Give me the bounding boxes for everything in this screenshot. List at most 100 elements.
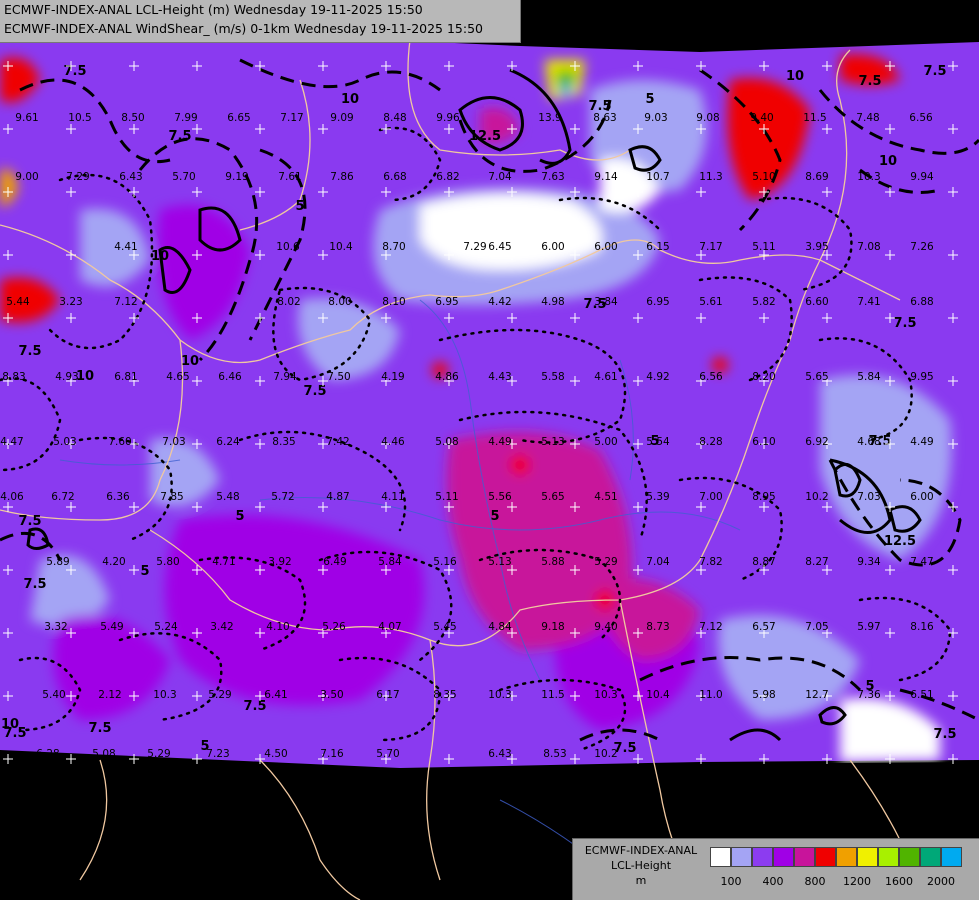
contour-label: 7.5 [23, 577, 46, 592]
station-value: 7.29 [463, 241, 486, 253]
header-line-2: ECMWF-INDEX-ANAL WindShear_ (m/s) 0-1km … [4, 21, 483, 36]
station-value: 5.00 [594, 436, 617, 448]
station-value: 9.61 [15, 112, 38, 124]
station-value: 6.72 [51, 491, 74, 503]
station-value: 9.08 [696, 112, 719, 124]
station-value: 5.54 [646, 436, 670, 448]
legend-swatch [899, 847, 920, 867]
contour-label: 7.5 [893, 316, 916, 331]
station-value: 7.03 [857, 491, 880, 503]
station-value: 6.00 [910, 491, 933, 503]
legend-tick-label: 100 [720, 875, 742, 888]
station-value: 5.11 [752, 241, 775, 253]
station-value: 5.80 [156, 556, 179, 568]
station-value: 8.28 [699, 436, 722, 448]
station-value: 4.87 [326, 491, 349, 503]
color-legend: ECMWF-INDEX-ANAL LCL-Height m 100 400 800 1… [572, 838, 979, 900]
contour-label: 7.5 [243, 699, 266, 714]
station-value: 7.12 [114, 296, 137, 308]
legend-swatch [836, 847, 857, 867]
station-value: 8.35 [433, 689, 456, 701]
station-value: 4.43 [488, 371, 511, 383]
station-value: 7.82 [699, 556, 722, 568]
station-value: 5.26 [322, 621, 346, 633]
station-value: 8.87 [752, 556, 775, 568]
contour-label: 7.5 [933, 727, 956, 742]
station-value: 7.03 [162, 436, 185, 448]
station-value: 3.95 [805, 241, 828, 253]
contour-label: 5 [490, 509, 499, 524]
station-value: 7.50 [327, 371, 350, 383]
station-value: 5.61 [699, 296, 722, 308]
legend-title-line-1: ECMWF-INDEX-ANAL [584, 844, 698, 857]
station-value: 7.61 [278, 171, 301, 183]
station-value: 5.98 [752, 689, 775, 701]
station-value: 5.72 [271, 491, 294, 503]
station-value: 6.95 [435, 296, 458, 308]
station-value: 5.24 [154, 621, 178, 633]
station-value: 6.00 [541, 241, 564, 253]
legend-tick-label: 2000 [927, 875, 955, 888]
station-value: 9.14 [594, 171, 618, 183]
station-value: 7.16 [320, 748, 344, 760]
station-value: 2.12 [98, 689, 121, 701]
station-value: 9.34 [857, 556, 881, 568]
station-value: 7.29 [66, 171, 89, 183]
station-value: 3.23 [59, 296, 82, 308]
station-value: 7.94 [273, 371, 297, 383]
station-value: 4.86 [435, 371, 459, 383]
station-value: 8.69 [805, 171, 828, 183]
station-value: 7.08 [857, 241, 880, 253]
station-value: 6.24 [216, 436, 240, 448]
station-value: 11.5 [803, 112, 826, 124]
station-value: 4.10 [266, 621, 289, 633]
station-value: 7.26 [910, 241, 934, 253]
station-value: 5.11 [435, 491, 458, 503]
station-value: 10.2 [594, 748, 617, 760]
station-value: 7.42 [326, 436, 349, 448]
station-value: 4.07 [378, 621, 401, 633]
station-value: 12.7 [805, 689, 828, 701]
station-value: 8.63 [593, 112, 616, 124]
station-value: 4.84 [488, 621, 512, 633]
station-value: 8.95 [752, 491, 775, 503]
station-value: 4.93 [55, 371, 78, 383]
station-value: 8.83 [2, 371, 25, 383]
map-view: 7.5 7.5 10 10 7.5 7.5 5 5 10 7.5 10 7.5 10 5 7.5 7.5 5 5 7… [0, 0, 979, 900]
station-value: 5.56 [488, 491, 512, 503]
station-value: 6.00 [594, 241, 617, 253]
station-value: 4.11 [381, 491, 404, 503]
station-value: 6.57 [752, 621, 775, 633]
legend-title: ECMWF-INDEX-ANAL LCL-Height m [573, 843, 709, 888]
station-value: 6.49 [323, 556, 346, 568]
station-value: 5.10 [752, 171, 775, 183]
station-value: 3.84 [594, 296, 618, 308]
station-value: 4.47 [0, 436, 23, 448]
station-value: 5.65 [541, 491, 564, 503]
station-value: 5.84 [857, 371, 881, 383]
station-value: 5.49 [100, 621, 123, 633]
station-value: 11.0 [699, 689, 722, 701]
station-value: 9.94 [910, 171, 934, 183]
station-value: 6.15 [646, 241, 669, 253]
station-value: 4.49 [910, 436, 933, 448]
map-header: ECMWF-INDEX-ANAL LCL-Height (m) Wednesda… [0, 0, 521, 43]
map-canvas[interactable]: 7.5 7.5 10 10 7.5 7.5 5 5 10 7.5 10 7.5 10 5 7.5 7.5 5 5 7… [0, 0, 979, 900]
station-value: 4.68 [857, 436, 880, 448]
station-value: 10.3 [594, 689, 617, 701]
station-value: 4.65 [166, 371, 189, 383]
legend-swatch [710, 847, 731, 867]
station-value: 11.3 [699, 171, 722, 183]
station-value: 4.98 [541, 296, 564, 308]
station-value: 6.28 [36, 748, 59, 760]
station-value: 9.03 [644, 112, 667, 124]
legend-swatch [920, 847, 941, 867]
station-value: 9.09 [330, 112, 353, 124]
station-value: 5.03 [53, 436, 76, 448]
legend-swatch [794, 847, 815, 867]
station-value: 9.96 [436, 112, 460, 124]
station-value: 3.92 [268, 556, 291, 568]
station-value: 6.82 [436, 171, 459, 183]
station-value: 6.56 [699, 371, 723, 383]
station-value: 5.08 [435, 436, 458, 448]
